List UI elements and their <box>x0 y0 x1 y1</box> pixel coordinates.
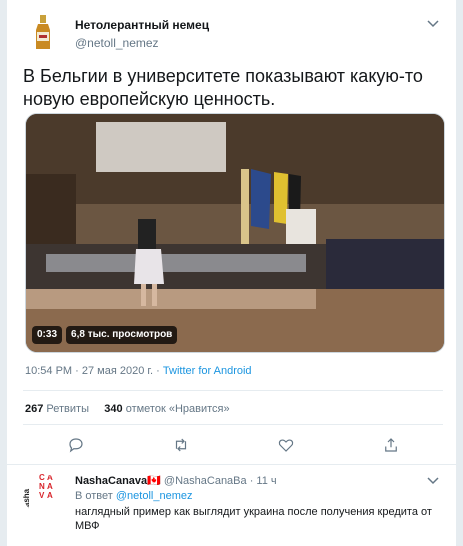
video-frame <box>26 114 444 352</box>
share-icon <box>384 438 397 452</box>
reply-icon <box>68 438 83 453</box>
svg-text:A: A <box>47 491 53 500</box>
chevron-down-icon[interactable] <box>423 16 443 32</box>
reply-button[interactable] <box>61 430 91 460</box>
divider <box>23 424 443 425</box>
likes-count: 340 <box>104 403 123 415</box>
tweet-client[interactable]: Twitter for Android <box>163 365 252 377</box>
canada-flag-icon: 🇨🇦 <box>147 475 161 487</box>
nasha-canava-logo: nasha C A N A V A <box>23 474 63 514</box>
avatar[interactable] <box>23 12 63 52</box>
reply-display-name[interactable]: NashaCanava <box>75 475 147 487</box>
retweets-stat[interactable]: 267 Ретвиты <box>25 403 89 415</box>
chevron-down-icon[interactable] <box>424 474 442 488</box>
likes-stat[interactable]: 340 отметок «Нравится» <box>104 403 229 415</box>
tweet-text: В Бельгии в университете показывают каку… <box>23 66 423 109</box>
beer-bottle-icon <box>23 12 63 52</box>
reply-to-label: В ответ <box>75 490 116 502</box>
tweet-actions <box>23 430 443 460</box>
heart-icon <box>278 439 293 452</box>
tweet-stats: 267 Ретвиты 340 отметок «Нравится» <box>25 403 230 415</box>
retweets-count: 267 <box>25 403 44 415</box>
svg-text:N: N <box>39 482 45 491</box>
video-views: 6,8 тыс. просмотров <box>66 326 178 344</box>
tweet-timestamp[interactable]: 10:54 PM · 27 мая 2020 г. <box>25 365 153 377</box>
svg-text:nasha: nasha <box>23 488 31 512</box>
author-display-name[interactable]: Нетолерантный немец <box>75 18 209 32</box>
reply-header: NashaCanava🇨🇦 @NashaCanaBa · 11 ч <box>75 474 277 487</box>
tweet-header: Нетолерантный немец @netoll_nemez <box>23 10 443 58</box>
video-overlay: 0:33 6,8 тыс. просмотров <box>32 326 178 344</box>
svg-text:A: A <box>47 482 53 491</box>
author-handle[interactable]: @netoll_nemez <box>75 36 159 50</box>
svg-text:A: A <box>47 474 53 482</box>
share-button[interactable] <box>376 430 406 460</box>
svg-text:C: C <box>39 474 45 482</box>
reply-text: наглядный пример как выглядит украина по… <box>75 506 432 532</box>
retweet-icon <box>175 438 186 452</box>
video-player[interactable]: 0:33 6,8 тыс. просмотров <box>25 113 445 353</box>
reply-handle[interactable]: @NashaCanaBa <box>161 475 247 487</box>
reply-to-handle[interactable]: @netoll_nemez <box>116 490 193 502</box>
video-duration: 0:33 <box>32 326 63 344</box>
reply-time[interactable]: · 11 ч <box>247 475 277 487</box>
retweet-button[interactable] <box>166 430 196 460</box>
meta-separator: · <box>153 365 163 377</box>
divider <box>23 390 443 391</box>
tweet-card: Нетолерантный немец @netoll_nemez В Бель… <box>6 0 457 546</box>
likes-label: отметок «Нравится» <box>122 403 230 415</box>
divider <box>7 464 456 465</box>
svg-text:V: V <box>39 491 45 500</box>
tweet-meta: 10:54 PM · 27 мая 2020 г. · Twitter for … <box>25 365 252 377</box>
reply-avatar[interactable]: nasha C A N A V A <box>23 474 63 514</box>
like-button[interactable] <box>271 430 301 460</box>
reply-to-line: В ответ @netoll_nemez <box>75 490 192 502</box>
retweets-label: Ретвиты <box>43 403 89 415</box>
